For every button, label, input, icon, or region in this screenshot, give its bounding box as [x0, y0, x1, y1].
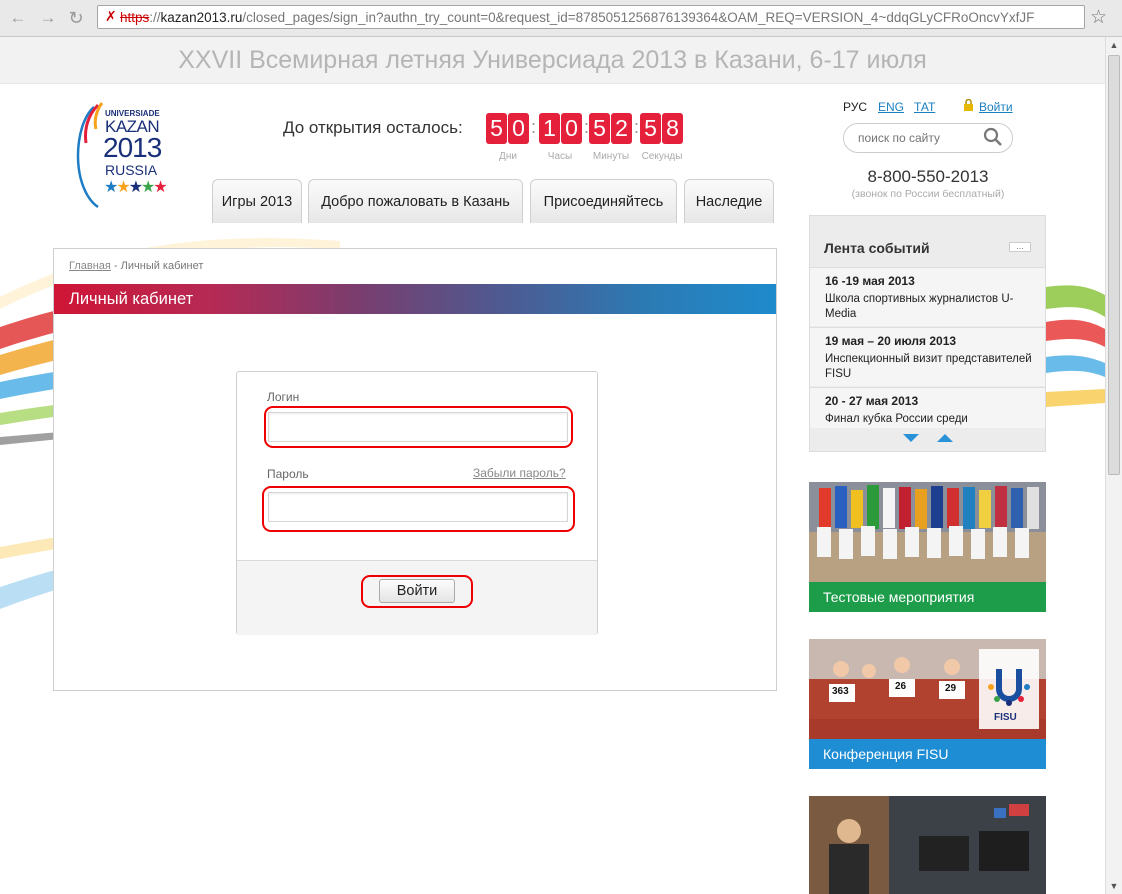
runner-bib: 26	[895, 681, 907, 692]
broken-lock-icon[interactable]: ✗	[105, 8, 117, 25]
site-search[interactable]	[843, 123, 1013, 153]
nav-tab-join[interactable]: Присоединяйтесь	[530, 179, 677, 223]
login-form: Логин Пароль Забыли пароль? Войти	[236, 371, 598, 635]
event-item[interactable]: 19 мая – 20 июля 2013 Инспекционный визи…	[810, 327, 1045, 386]
promo-media-image	[809, 796, 1046, 894]
address-bar-text: https://kazan2013.ru/closed_pages/sign_i…	[120, 10, 1035, 25]
event-date: 19 мая – 20 июля 2013	[825, 334, 957, 348]
phone-number: 8-800-550-2013	[867, 167, 989, 186]
event-banner: XXVII Всемирная летняя Универсиада 2013 …	[0, 37, 1105, 84]
countdown-digit: 8	[662, 113, 683, 144]
page: XXVII Всемирная летняя Универсиада 2013 …	[0, 37, 1105, 894]
vertical-scrollbar[interactable]: ▲ ▼	[1105, 37, 1122, 894]
event-date: 16 -19 мая 2013	[825, 274, 915, 288]
forward-arrow-icon[interactable]: →	[38, 8, 58, 28]
back-arrow-icon[interactable]: ←	[8, 8, 28, 28]
breadcrumb-separator: -	[110, 260, 121, 272]
breadcrumb-current: Личный кабинет	[120, 260, 204, 272]
fisu-logo-text: FISU	[994, 712, 1017, 723]
content-panel: Главная - Личный кабинет Личный кабинет …	[53, 248, 777, 691]
event-text: Школа спортивных журналистов U-Media	[825, 293, 1014, 320]
feed-scroll-up-icon[interactable]	[937, 434, 953, 442]
lock-icon	[963, 98, 974, 114]
url-protocol: https	[120, 10, 150, 25]
submit-button[interactable]: Войти	[379, 579, 455, 603]
countdown-separator: :	[531, 117, 537, 137]
countdown-unit-minutes: Минуты	[592, 151, 630, 162]
logo-stars-icon: ★★★★★	[104, 179, 168, 196]
countdown-digit: 5	[486, 113, 507, 144]
events-feed: Лента событий ... 16 -19 мая 2013 Школа …	[809, 215, 1046, 452]
scroll-thumb[interactable]	[1108, 55, 1120, 475]
promo-caption: Тестовые мероприятия	[809, 582, 1046, 612]
nav-tab-games[interactable]: Игры 2013	[212, 179, 302, 223]
search-input[interactable]	[856, 130, 985, 146]
promo-test-events[interactable]: Тестовые мероприятия	[809, 482, 1046, 612]
forgot-password-link[interactable]: Забыли пароль?	[473, 466, 566, 480]
phone-note: (звонок по России бесплатный)	[851, 188, 1005, 200]
event-item[interactable]: 16 -19 мая 2013 Школа спортивных журнали…	[810, 267, 1045, 326]
logo-text-russia: RUSSIA	[105, 162, 158, 178]
event-item[interactable]: 20 - 27 мая 2013 Финал кубка России сред…	[810, 387, 1045, 428]
countdown-digit: 5	[640, 113, 661, 144]
countdown-label: До открытия осталось:	[283, 118, 463, 137]
event-date: 20 - 27 мая 2013	[825, 394, 919, 408]
runner-bib: 29	[945, 683, 957, 694]
lang-ru[interactable]: РУС	[843, 100, 867, 114]
countdown-unit-seconds: Секунды	[641, 151, 683, 162]
bookmark-star-icon[interactable]: ☆	[1090, 6, 1107, 29]
sidebar: Лента событий ... 16 -19 мая 2013 Школа …	[809, 215, 1046, 894]
event-text: Финал кубка России среди	[825, 413, 968, 425]
promo-fisu-conference[interactable]: 363 26 29 FISU Конференция FISU	[809, 639, 1046, 769]
promo-media[interactable]	[809, 796, 1046, 894]
login-link[interactable]: Войти	[979, 100, 1013, 114]
reload-icon[interactable]: ↻	[66, 8, 86, 28]
countdown-digit: 5	[589, 113, 610, 144]
search-icon[interactable]	[982, 126, 1004, 148]
countdown-digit: 1	[539, 113, 560, 144]
countdown-unit-days: Дни	[499, 151, 517, 162]
universiade-logo[interactable]: UNIVERSIADE KAZAN 2013 RUSSIA ★★★★★	[72, 99, 168, 209]
password-label: Пароль	[267, 467, 309, 481]
countdown-digit: 2	[611, 113, 632, 144]
nav-tab-welcome[interactable]: Добро пожаловать в Казань	[308, 179, 523, 223]
password-field[interactable]	[268, 492, 568, 522]
logo-text-year: 2013	[103, 132, 162, 163]
countdown-separator: :	[634, 117, 640, 137]
page-title-bar: Личный кабинет	[54, 284, 776, 314]
runner-bib: 363	[832, 686, 849, 697]
login-field[interactable]	[268, 412, 568, 442]
scroll-down-icon[interactable]: ▼	[1106, 878, 1122, 894]
breadcrumb: Главная - Личный кабинет	[69, 260, 203, 272]
login-label: Логин	[267, 390, 300, 404]
lang-en-link[interactable]: ENG	[878, 100, 904, 114]
scroll-up-icon[interactable]: ▲	[1106, 37, 1122, 53]
feed-scroll-down-icon[interactable]	[903, 434, 919, 442]
browser-toolbar: ← → ↻ ✗ https://kazan2013.ru/closed_page…	[0, 0, 1122, 37]
url-path: /closed_pages/sign_in?authn_try_count=0&…	[242, 10, 1035, 25]
countdown-unit-hours: Часы	[547, 151, 573, 162]
nav-tab-legacy[interactable]: Наследие	[684, 179, 774, 223]
countdown-digit: 0	[561, 113, 582, 144]
lang-tt-link[interactable]: ТАТ	[914, 100, 935, 114]
page-title: Личный кабинет	[69, 290, 194, 308]
countdown-digit: 0	[508, 113, 529, 144]
feed-more-button[interactable]: ...	[1009, 242, 1031, 252]
url-host: kazan2013.ru	[160, 10, 243, 25]
promo-caption: Конференция FISU	[809, 739, 1046, 769]
address-bar[interactable]: ✗ https://kazan2013.ru/closed_pages/sign…	[97, 5, 1085, 29]
feed-title: Лента событий	[824, 240, 930, 256]
breadcrumb-home-link[interactable]: Главная	[69, 260, 111, 272]
event-text: Инспекционный визит представителей FISU	[825, 353, 1032, 380]
